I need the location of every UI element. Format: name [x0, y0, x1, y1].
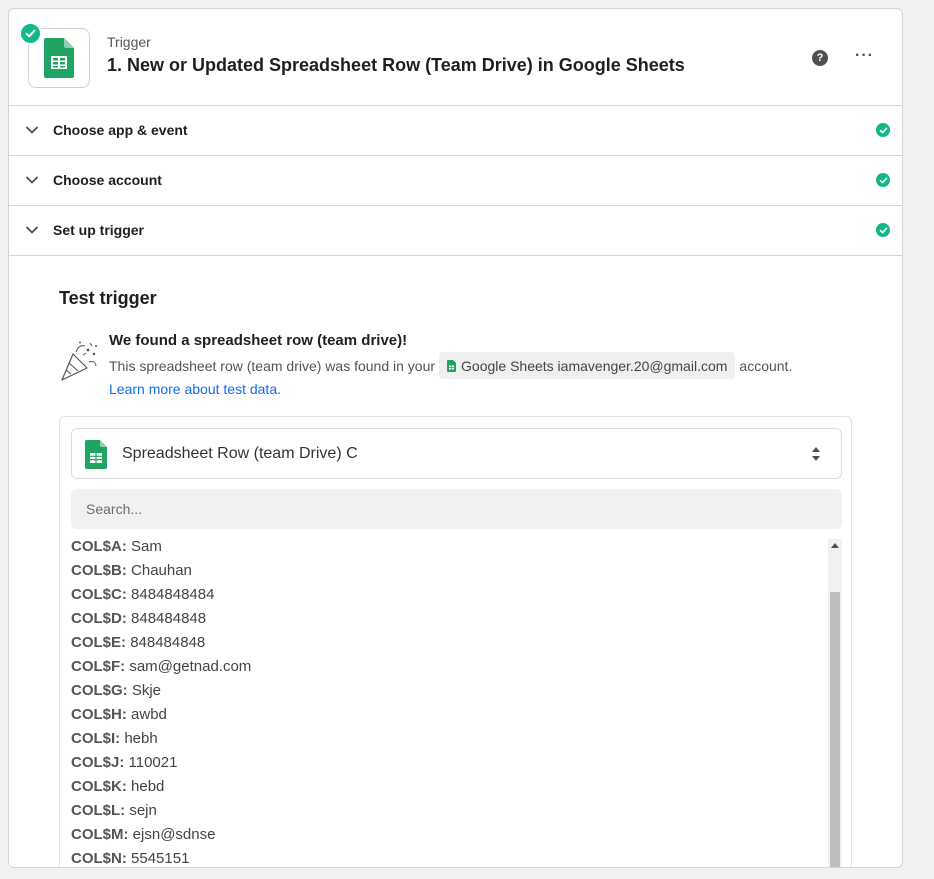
field-value: Sam: [131, 538, 162, 555]
field-key: COL$N:: [71, 850, 127, 867]
field-value: awbd: [131, 706, 167, 723]
field-row[interactable]: COL$A: Sam: [71, 537, 831, 561]
field-row[interactable]: COL$M: ejsn@sdnse: [71, 825, 831, 849]
field-key: COL$K:: [71, 778, 127, 795]
chevron-down-icon: [26, 176, 38, 184]
field-value: 5545151: [131, 850, 190, 867]
section-complete-check-icon: [876, 173, 890, 187]
found-suffix: account.: [739, 357, 793, 374]
field-value: hebd: [131, 778, 165, 795]
scrollbar[interactable]: [828, 539, 842, 867]
found-description: This spreadsheet row (team drive) was fo…: [109, 352, 792, 379]
field-value: sam@getnad.com: [129, 658, 252, 675]
field-row[interactable]: COL$B: Chauhan: [71, 561, 831, 585]
field-value: hebh: [124, 730, 158, 747]
record-select-value: Spreadsheet Row (team Drive) C: [122, 445, 358, 462]
test-data-panel: Spreadsheet Row (team Drive) C COL$A: Sa…: [59, 416, 852, 867]
trigger-step-card: Trigger 1. New or Updated Spreadsheet Ro…: [8, 8, 903, 868]
section-label: Choose account: [53, 172, 162, 188]
party-popper-icon: [61, 341, 97, 381]
field-value: 848484848: [130, 634, 206, 651]
field-row[interactable]: COL$C: 8484848484: [71, 585, 831, 609]
section-choose-account[interactable]: Choose account: [9, 156, 902, 206]
field-row[interactable]: COL$H: awbd: [71, 705, 831, 729]
field-key: COL$D:: [71, 610, 127, 627]
field-list: COL$A: Sam COL$B: Chauhan COL$C: 848484848…: [71, 537, 831, 867]
field-key: COL$J:: [71, 754, 125, 771]
field-key: COL$M:: [71, 826, 129, 843]
chevron-down-icon: [26, 126, 38, 134]
field-value: sejn: [129, 802, 157, 819]
field-row[interactable]: COL$F: sam@getnad.com: [71, 657, 831, 681]
field-value: Chauhan: [131, 562, 192, 579]
field-key: COL$H:: [71, 706, 127, 723]
field-row[interactable]: COL$E: 848484848: [71, 633, 831, 657]
google-sheets-icon: [85, 440, 107, 469]
field-key: COL$L:: [71, 802, 126, 819]
chevron-down-icon: [26, 226, 38, 234]
field-key: COL$C:: [71, 586, 127, 603]
field-value: 110021: [128, 754, 178, 771]
learn-more-link[interactable]: Learn more about test data.: [109, 381, 281, 397]
field-key: COL$I:: [71, 730, 121, 747]
field-key: COL$B:: [71, 562, 127, 579]
section-complete-check-icon: [876, 123, 890, 137]
google-sheets-icon: [447, 359, 457, 372]
field-row[interactable]: COL$L: sejn: [71, 801, 831, 825]
section-complete-check-icon: [876, 223, 890, 237]
step-complete-check-icon: [19, 22, 42, 45]
test-trigger-title: Test trigger: [59, 288, 157, 308]
field-row[interactable]: COL$I: hebh: [71, 729, 831, 753]
found-title: We found a spreadsheet row (team drive)!: [109, 332, 408, 349]
section-label: Set up trigger: [53, 222, 145, 238]
field-key: COL$E:: [71, 634, 127, 651]
section-set-up-trigger[interactable]: Set up trigger: [9, 206, 902, 256]
field-row[interactable]: COL$J: 110021: [71, 753, 831, 777]
field-row[interactable]: COL$N: 5545151: [71, 849, 831, 867]
field-key: COL$A:: [71, 538, 127, 555]
field-row[interactable]: COL$G: Skje: [71, 681, 831, 705]
field-value: Skje: [131, 682, 162, 699]
ellipsis-icon[interactable]: ···: [855, 47, 874, 65]
field-key: COL$G:: [71, 682, 128, 699]
scroll-up-arrow-icon[interactable]: [831, 543, 839, 548]
sort-arrows-icon: [812, 447, 820, 461]
field-row[interactable]: COL$D: 848484848: [71, 609, 831, 633]
field-key: COL$F:: [71, 658, 126, 675]
account-chip-label: Google Sheets iamavenger.20@gmail.com: [461, 357, 728, 374]
field-value: 848484848: [131, 610, 207, 627]
search-input[interactable]: [71, 489, 842, 529]
record-select[interactable]: Spreadsheet Row (team Drive) C: [71, 428, 842, 479]
account-chip: Google Sheets iamavenger.20@gmail.com: [439, 352, 736, 379]
step-title[interactable]: 1. New or Updated Spreadsheet Row (Team …: [107, 55, 685, 76]
scrollbar-thumb[interactable]: [830, 592, 840, 867]
section-choose-app-event[interactable]: Choose app & event: [9, 106, 902, 156]
field-row[interactable]: COL$K: hebd: [71, 777, 831, 801]
found-prefix: This spreadsheet row (team drive) was fo…: [109, 357, 436, 374]
step-type-label: Trigger: [107, 34, 151, 50]
section-label: Choose app & event: [53, 122, 188, 138]
question-circle-icon[interactable]: ?: [812, 50, 828, 66]
field-value: ejsn@sdnse: [132, 826, 216, 843]
field-value: 8484848484: [131, 586, 215, 603]
step-header[interactable]: Trigger 1. New or Updated Spreadsheet Ro…: [9, 9, 902, 106]
